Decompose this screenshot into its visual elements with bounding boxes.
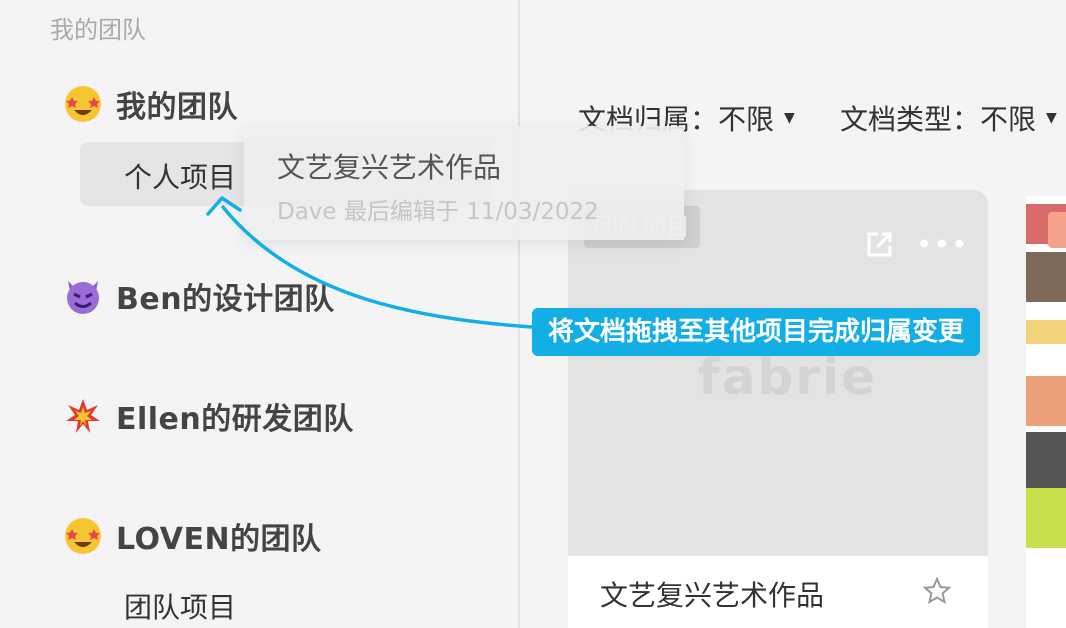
instruction-tooltip: 将文档拖拽至其他项目完成归属变更 [532, 308, 981, 356]
